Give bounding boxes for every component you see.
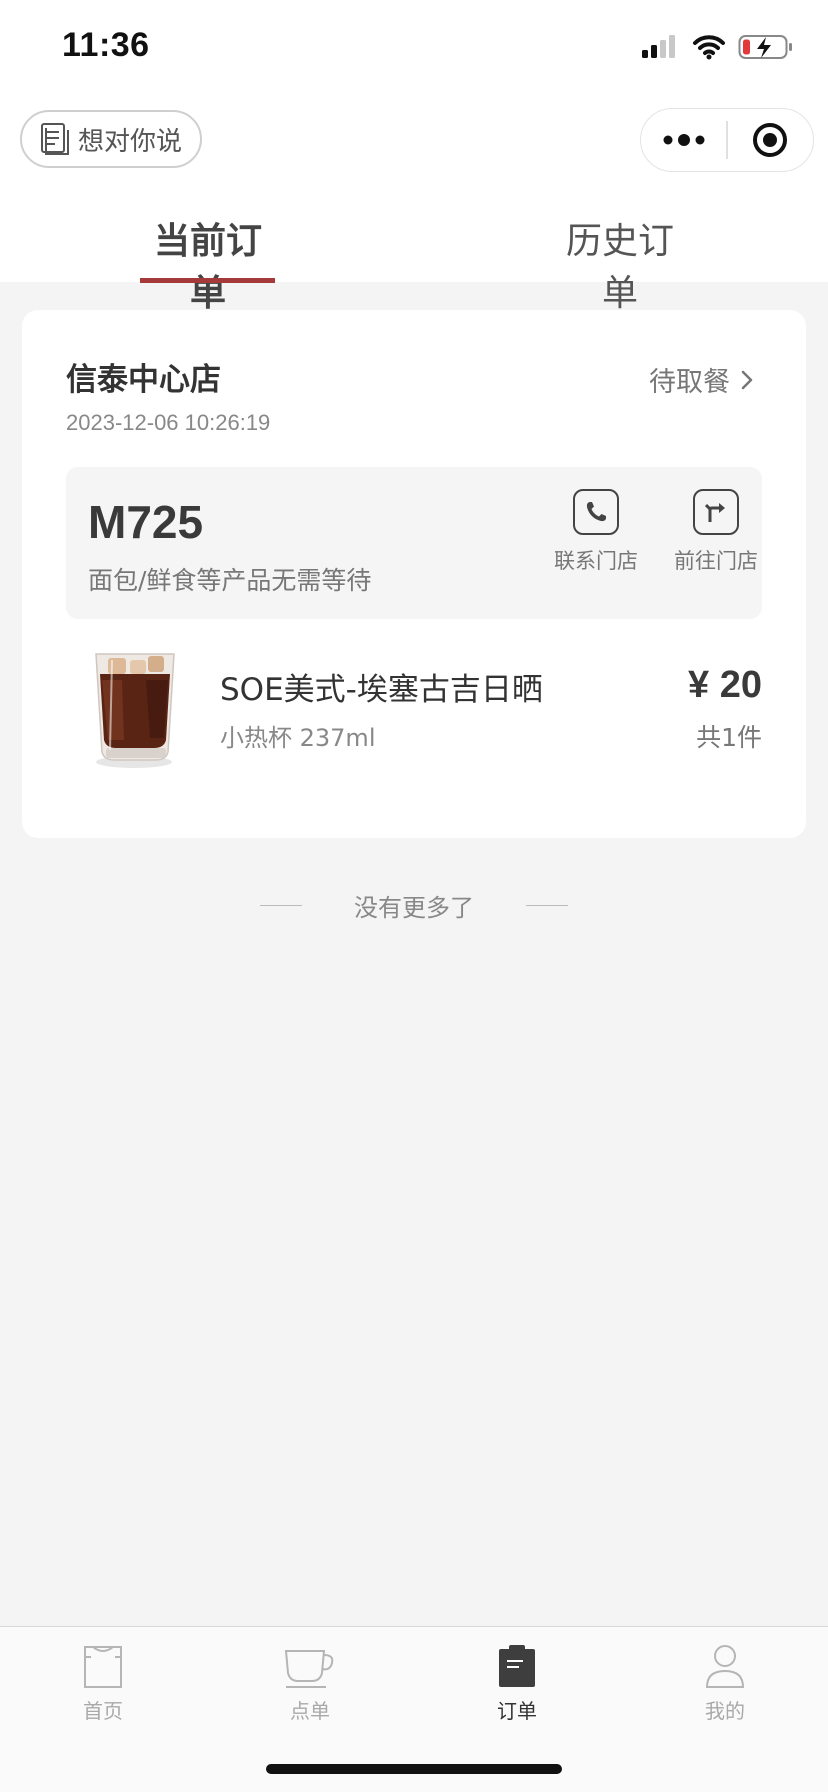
nav-item-mine[interactable]: 我的: [665, 1639, 785, 1724]
tab-history-orders[interactable]: 历史订单: [552, 212, 688, 316]
nav-label-mine: 我的: [705, 1699, 745, 1723]
pickup-box: M725 面包/鲜食等产品无需等待 联系门店 前往门店: [66, 467, 762, 619]
order-tabs: 当前订单 历史订单: [0, 200, 828, 314]
contact-store-label: 联系门店: [554, 549, 638, 573]
phone-icon: [573, 489, 619, 535]
nav-label-home: 首页: [83, 1699, 123, 1723]
product-name: SOE美式-埃塞古吉日晒: [220, 672, 543, 708]
top-area: 11:36 想对你说 当前订单 历史订单: [0, 0, 828, 314]
person-icon: [665, 1639, 785, 1689]
nav-item-home[interactable]: 首页: [43, 1639, 163, 1724]
tab-current-orders[interactable]: 当前订单: [140, 212, 276, 316]
tshirt-icon: [43, 1639, 163, 1689]
feedback-button[interactable]: 想对你说: [20, 110, 202, 168]
nav-item-orders[interactable]: 订单: [457, 1639, 577, 1724]
nav-item-menu[interactable]: 点单: [250, 1639, 370, 1724]
go-to-store-button[interactable]: 前往门店: [666, 489, 766, 575]
more-dots-icon: [663, 134, 705, 146]
more-button[interactable]: [641, 109, 726, 171]
coffee-cup-icon: [250, 1639, 370, 1689]
store-name: 信泰中心店: [66, 362, 221, 398]
nav-label-menu: 点单: [290, 1699, 330, 1723]
product-price: ¥ 20: [688, 664, 762, 706]
contact-store-button[interactable]: 联系门店: [546, 489, 646, 575]
battery-charging-icon: [738, 35, 792, 59]
end-line-right-dash: [526, 904, 568, 907]
active-tab-indicator: [140, 278, 275, 283]
status-time: 11:36: [62, 26, 150, 64]
pickup-note: 面包/鲜食等产品无需等待: [88, 566, 372, 595]
order-status[interactable]: 待取餐: [649, 360, 754, 399]
target-circle-icon: [753, 123, 788, 157]
document-icon: [41, 123, 69, 155]
order-time: 2023-12-06 10:26:19: [66, 410, 271, 435]
page: 11:36 想对你说 当前订单 历史订单 信泰中心店 待取餐 2023-12-0…: [0, 0, 828, 1792]
order-card[interactable]: 信泰中心店 待取餐 2023-12-06 10:26:19 M725 面包/鲜食…: [22, 310, 806, 838]
end-of-list-text: 没有更多了: [354, 894, 474, 922]
wifi-icon: [693, 35, 725, 60]
cellular-signal-icon: [642, 35, 675, 58]
miniprogram-capsule: [640, 108, 814, 172]
close-button[interactable]: [728, 109, 813, 171]
product-spec: 小热杯 237ml: [220, 724, 376, 752]
product-quantity: 共1件: [696, 723, 762, 752]
end-of-list-indicator: 没有更多了: [0, 888, 828, 923]
feedback-label: 想对你说: [78, 126, 183, 157]
home-indicator[interactable]: [266, 1764, 562, 1774]
status-icons: [640, 34, 794, 60]
directions-icon: [693, 489, 739, 535]
end-line-left-dash: [260, 904, 302, 907]
chevron-right-icon: [741, 370, 753, 389]
go-to-store-label: 前往门店: [674, 549, 758, 573]
iced-coffee-image: [95, 653, 175, 768]
nav-label-orders: 订单: [497, 1699, 537, 1723]
pickup-code: M725: [88, 496, 204, 548]
clipboard-icon: [457, 1639, 577, 1689]
order-status-label: 待取餐: [649, 367, 730, 398]
